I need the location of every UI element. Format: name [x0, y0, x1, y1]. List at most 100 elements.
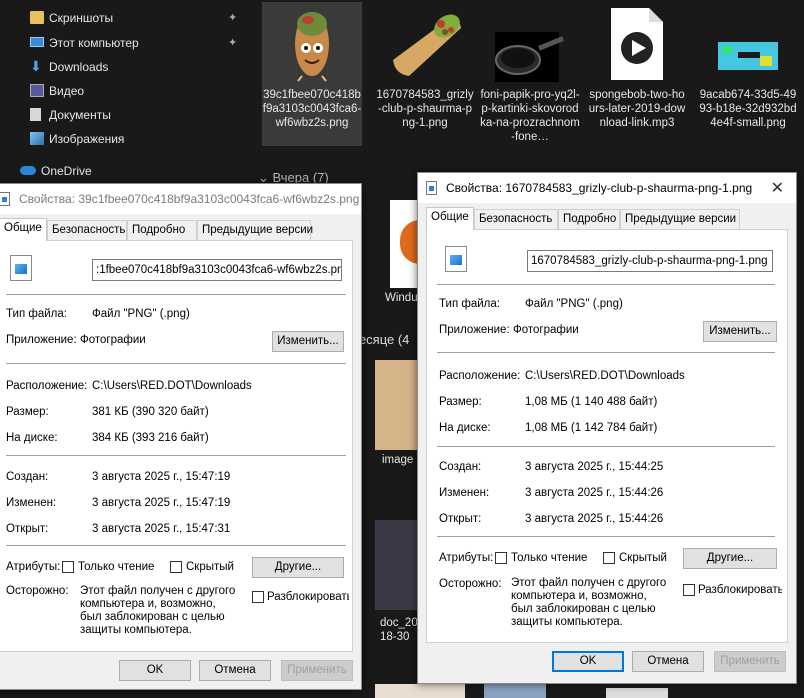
- hidden-checkbox[interactable]: [170, 561, 182, 573]
- png-file-icon: [10, 255, 32, 281]
- tab-previous-versions[interactable]: Предыдущие версии: [620, 209, 740, 229]
- media-file-icon: [597, 2, 677, 82]
- apply-button[interactable]: Применить: [281, 660, 353, 681]
- location-label: Расположение:: [6, 380, 88, 392]
- shawarma-thumbnail: [385, 2, 465, 82]
- properties-dialog-2: Свойства: 1670784583_grizly-club-p-shaur…: [417, 172, 797, 684]
- nav-item-video[interactable]: Видео: [0, 80, 250, 102]
- size-label: Размер:: [6, 406, 49, 418]
- app-value: Фотографии: [513, 324, 579, 336]
- unblock-label: Разблокировать: [267, 591, 349, 603]
- png-file-icon: [445, 246, 467, 272]
- shawarma-face-thumbnail: [272, 2, 352, 82]
- caution-text: Этот файл получен с другого компьютера и…: [80, 585, 236, 636]
- modified-value: 3 августа 2025 г., 15:44:26: [525, 487, 664, 499]
- attributes-label: Атрибуты:: [6, 561, 61, 573]
- separator: [6, 363, 346, 364]
- caution-label: Осторожно:: [439, 578, 502, 590]
- folder-icon: [30, 11, 44, 24]
- nav-item-documents[interactable]: Документы: [0, 104, 250, 126]
- partial-thumbnail[interactable]: [375, 520, 417, 610]
- readonly-label: Только чтение: [78, 561, 155, 573]
- separator: [437, 536, 775, 537]
- tab-security[interactable]: Безопасность: [474, 209, 558, 229]
- tab-details[interactable]: Подробно: [127, 220, 197, 240]
- opened-value: 3 августа 2025 г., 15:44:26: [525, 513, 664, 525]
- app-value: Фотографии: [80, 334, 146, 346]
- nav-item-screenshots[interactable]: Скриншоты ✦: [0, 7, 250, 29]
- file-item[interactable]: 39c1fbee070c418bf9a3103c0043fca6-wf6wbz2…: [262, 2, 362, 146]
- download-arrow-icon: ⬇: [30, 58, 42, 74]
- navigation-pane: Скриншоты ✦ Этот компьютер ✦ ⬇ Downloads…: [0, 0, 250, 190]
- modified-label: Изменен:: [6, 497, 57, 509]
- cancel-button[interactable]: Отмена: [199, 660, 271, 681]
- readonly-checkbox[interactable]: [62, 561, 74, 573]
- partial-thumbnail[interactable]: [375, 684, 465, 698]
- partial-file-name: doc_20 18-30: [380, 617, 418, 643]
- opened-label: Открыт:: [6, 523, 49, 535]
- created-label: Создан:: [6, 471, 49, 483]
- tab-details[interactable]: Подробно: [558, 209, 620, 229]
- tab-security[interactable]: Безопасность: [47, 220, 127, 240]
- video-icon: [30, 84, 44, 97]
- documents-icon: [30, 108, 41, 121]
- colorful-sign-thumbnail: [708, 2, 788, 82]
- tab-general[interactable]: Общие: [0, 218, 47, 241]
- dialog-title-bar[interactable]: Свойства: 39c1fbee070c418bf9a3103c0043fc…: [0, 184, 361, 214]
- ok-button[interactable]: OK: [119, 660, 191, 681]
- pin-icon[interactable]: ✦: [228, 32, 237, 54]
- partial-thumbnail[interactable]: [375, 360, 417, 450]
- cancel-button[interactable]: Отмена: [632, 651, 704, 672]
- nav-item-this-pc[interactable]: Этот компьютер ✦: [0, 32, 250, 54]
- filename-field[interactable]: 1670784583_grizly-club-p-shaurma-png-1.p…: [527, 250, 773, 272]
- partial-thumbnail[interactable]: [606, 688, 668, 698]
- general-panel: 1670784583_grizly-club-p-shaurma-png-1.p…: [426, 229, 788, 643]
- type-label: Тип файла:: [6, 308, 67, 320]
- disk-size-label: На диске:: [439, 422, 491, 434]
- partial-thumbnail[interactable]: [484, 684, 546, 698]
- type-value: Файл "PNG" (.png): [92, 308, 190, 320]
- file-icon: [426, 181, 437, 195]
- opened-label: Открыт:: [439, 513, 482, 525]
- ok-button[interactable]: OK: [552, 651, 624, 672]
- change-button[interactable]: Изменить...: [703, 321, 777, 342]
- modified-label: Изменен:: [439, 487, 490, 499]
- properties-dialog-1: Свойства: 39c1fbee070c418bf9a3103c0043fc…: [0, 183, 362, 690]
- nav-item-downloads[interactable]: ⬇ Downloads: [0, 56, 250, 78]
- modified-value: 3 августа 2025 г., 15:47:19: [92, 497, 231, 509]
- separator: [6, 294, 346, 295]
- advanced-button[interactable]: Другие...: [683, 548, 777, 569]
- type-label: Тип файла:: [439, 298, 500, 310]
- file-item[interactable]: spongebob-two-hours-later-2019-download-…: [587, 2, 687, 130]
- unblock-checkbox[interactable]: [252, 591, 264, 603]
- created-label: Создан:: [439, 461, 482, 473]
- nav-item-images[interactable]: Изображения: [0, 128, 250, 150]
- separator: [437, 446, 775, 447]
- tab-previous-versions[interactable]: Предыдущие версии: [197, 220, 313, 240]
- file-item[interactable]: 9acab674-33d5-4993-b18e-32d932bd4e4f-sma…: [698, 2, 798, 130]
- file-icon: [0, 192, 10, 206]
- opened-value: 3 августа 2025 г., 15:47:31: [92, 523, 231, 535]
- nav-item-onedrive[interactable]: OneDrive: [0, 160, 238, 182]
- pin-icon[interactable]: ✦: [228, 7, 237, 29]
- readonly-checkbox[interactable]: [495, 552, 507, 564]
- unblock-checkbox[interactable]: [683, 584, 695, 596]
- filename-field[interactable]: :1fbee070c418bf9a3103c0043fca6-wf6wbz2s.…: [92, 259, 342, 281]
- app-label: Приложение:: [439, 324, 510, 336]
- disk-size-value: 384 КБ (393 216 байт): [92, 432, 209, 444]
- apply-button[interactable]: Применить: [714, 651, 786, 672]
- caution-label: Осторожно:: [6, 585, 69, 597]
- file-item[interactable]: 1670784583_grizly-club-p-shaurma-png-1.p…: [375, 2, 475, 130]
- close-icon[interactable]: ✕: [771, 178, 784, 198]
- tab-general[interactable]: Общие: [426, 207, 474, 230]
- change-button[interactable]: Изменить...: [272, 331, 344, 352]
- dialog-title-bar[interactable]: Свойства: 1670784583_grizly-club-p-shaur…: [418, 173, 796, 203]
- hidden-checkbox[interactable]: [603, 552, 615, 564]
- file-item[interactable]: foni-papik-pro-yq2l-p-kartinki-skovorodk…: [480, 2, 580, 144]
- separator: [437, 284, 775, 285]
- advanced-button[interactable]: Другие...: [252, 557, 344, 578]
- app-label: Приложение:: [6, 334, 77, 346]
- images-icon: [30, 132, 44, 145]
- separator: [6, 455, 346, 456]
- hidden-label: Скрытый: [186, 561, 234, 573]
